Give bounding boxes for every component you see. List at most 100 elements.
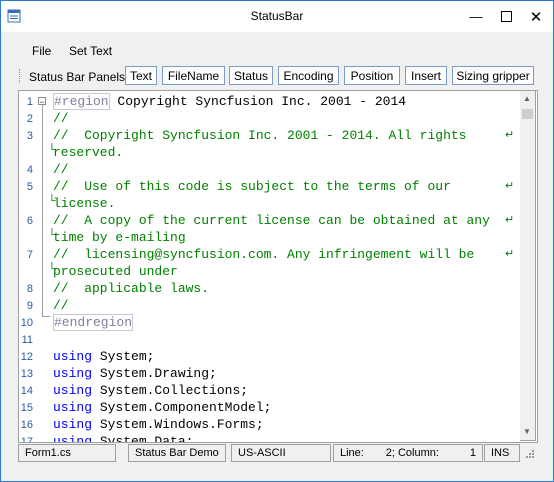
word-wrap-icon: ↵ xyxy=(505,248,515,260)
status-bar: Form1.cs Status Bar Demo US-ASCII Line: … xyxy=(18,443,538,463)
status-panel-insert: INS xyxy=(484,444,520,462)
code-token: using xyxy=(53,366,93,381)
maximize-button[interactable] xyxy=(491,1,521,32)
code-text: using System.ComponentModel; xyxy=(53,400,271,415)
status-panel-encoding: US-ASCII xyxy=(231,444,331,462)
code-token: System.ComponentModel; xyxy=(92,400,272,415)
line-number: 4 xyxy=(26,164,33,176)
line-number: 3 xyxy=(26,130,33,142)
code-line[interactable]: 8 // applicable laws. xyxy=(19,280,519,297)
code-text: time by e-mailing xyxy=(53,230,186,245)
word-wrap-icon: ↵ xyxy=(505,180,515,192)
toolbar: Status Bar Panels: Text FileName Status … xyxy=(1,64,553,88)
code-token: #endregion xyxy=(53,314,134,331)
toggle-position-panel-button[interactable]: Position xyxy=(344,66,400,85)
toggle-filename-panel-button[interactable]: FileName xyxy=(162,66,225,85)
code-token: time by e-mailing xyxy=(53,230,186,245)
line-number: 1 xyxy=(26,96,33,108)
toggle-sizing-gripper-button[interactable]: Sizing gripper xyxy=(452,66,534,85)
code-text: using System.Data; xyxy=(53,434,193,443)
code-text: prosecuted under xyxy=(53,264,178,279)
code-line[interactable]: 14 using System.Collections; xyxy=(19,382,519,399)
code-token: // licensing@syncfusion.com. Any infring… xyxy=(53,247,475,262)
code-line[interactable]: 6 // A copy of the current license can be… xyxy=(19,212,519,229)
code-text: using System.Drawing; xyxy=(53,366,217,381)
code-line[interactable]: 15 using System.ComponentModel; xyxy=(19,399,519,416)
word-wrap-icon: ↵ xyxy=(505,214,515,226)
code-token: // applicable laws. xyxy=(53,281,210,296)
toggle-status-panel-button[interactable]: Status xyxy=(229,66,273,85)
code-line[interactable]: 7 // licensing@syncfusion.com. Any infrin… xyxy=(19,246,519,263)
code-text: // licensing@syncfusion.com. Any infring… xyxy=(53,247,474,262)
code-line[interactable]: 2 // xyxy=(19,110,519,127)
vertical-scrollbar[interactable]: ▲ ▼ xyxy=(520,90,536,441)
code-token: // xyxy=(53,162,69,177)
status-panel-position: Line: 2; Column: 1 xyxy=(333,444,483,462)
code-line[interactable]: 1 #region Copyright Syncfusion Inc. 2001 … xyxy=(19,93,519,110)
code-token: System.Collections; xyxy=(92,383,249,398)
minimize-icon: — xyxy=(469,9,483,24)
code-token: reserved. xyxy=(53,145,124,160)
code-token: // Use of this code is subject to the te… xyxy=(53,179,451,194)
code-line[interactable]: 4 // xyxy=(19,161,519,178)
sizing-gripper-icon[interactable] xyxy=(523,447,535,459)
code-text: using System.Windows.Forms; xyxy=(53,417,264,432)
line-number: 10 xyxy=(20,317,33,329)
toggle-text-panel-button[interactable]: Text xyxy=(125,66,157,85)
close-icon: ✕ xyxy=(529,8,543,26)
code-line[interactable]: 11 xyxy=(19,331,519,348)
code-text: // A copy of the current license can be … xyxy=(53,213,490,228)
line-label: Line: xyxy=(340,447,364,459)
code-token: using xyxy=(53,417,93,432)
code-line[interactable]: 17 using System.Data; xyxy=(19,433,519,443)
menu-bar: File Set Text xyxy=(1,41,553,61)
code-line[interactable]: 3 // Copyright Syncfusion Inc. 2001 - 201… xyxy=(19,127,519,144)
code-text: #endregion xyxy=(53,314,134,331)
code-line[interactable]: 10 #endregion xyxy=(19,314,519,331)
code-token: // xyxy=(53,111,69,126)
toolbar-grip[interactable] xyxy=(19,69,22,83)
wrap-continuation-icon: └ xyxy=(48,144,56,156)
code-line[interactable]: 9 // xyxy=(19,297,519,314)
line-number: 12 xyxy=(20,351,33,363)
status-panel-filename: Form1.cs xyxy=(18,444,116,462)
line-number: 6 xyxy=(26,215,33,227)
word-wrap-icon: ↵ xyxy=(505,129,515,141)
code-line[interactable]: 12 using System; xyxy=(19,348,519,365)
code-line[interactable]: 16 using System.Windows.Forms; xyxy=(19,416,519,433)
code-line[interactable]: time by e-mailing └ xyxy=(19,229,519,246)
minimize-button[interactable]: — xyxy=(461,1,491,32)
scroll-down-icon[interactable]: ▼ xyxy=(523,427,531,436)
code-token: using xyxy=(53,434,93,443)
code-text: reserved. xyxy=(53,145,123,160)
close-button[interactable]: ✕ xyxy=(521,1,551,32)
code-text: // xyxy=(53,111,69,126)
code-token: System.Windows.Forms; xyxy=(92,417,264,432)
line-number: 7 xyxy=(26,249,33,261)
code-token: #region xyxy=(53,93,110,110)
maximize-icon xyxy=(500,11,512,22)
menu-set-text[interactable]: Set Text xyxy=(69,44,112,58)
title-bar[interactable]: StatusBar — ✕ xyxy=(1,1,553,32)
code-token: Copyright Syncfusion Inc. 2001 - 2014 xyxy=(109,94,407,109)
scroll-up-icon[interactable]: ▲ xyxy=(523,94,531,103)
code-token: using xyxy=(53,383,93,398)
toggle-encoding-panel-button[interactable]: Encoding xyxy=(278,66,339,85)
code-line[interactable]: license. └ xyxy=(19,195,519,212)
code-token: System; xyxy=(92,349,155,364)
column-value: 1 xyxy=(469,447,477,459)
menu-file[interactable]: File xyxy=(32,44,51,58)
code-line[interactable]: reserved. └ xyxy=(19,144,519,161)
code-text: using System; xyxy=(53,349,154,364)
code-line[interactable]: 13 using System.Drawing; xyxy=(19,365,519,382)
code-token: // Copyright Syncfusion Inc. 2001 - 2014… xyxy=(53,128,467,143)
line-number: 14 xyxy=(20,385,33,397)
code-line[interactable]: 5 // Use of this code is subject to the t… xyxy=(19,178,519,195)
wrap-continuation-icon: └ xyxy=(48,263,56,275)
line-number: 15 xyxy=(20,402,33,414)
code-line[interactable]: prosecuted under └ xyxy=(19,263,519,280)
toggle-insert-panel-button[interactable]: Insert xyxy=(405,66,447,85)
code-editor[interactable]: − 1 #region Copyright Syncfusion Inc. 200… xyxy=(18,90,538,443)
code-token: using xyxy=(53,349,93,364)
scroll-thumb[interactable] xyxy=(522,109,533,119)
